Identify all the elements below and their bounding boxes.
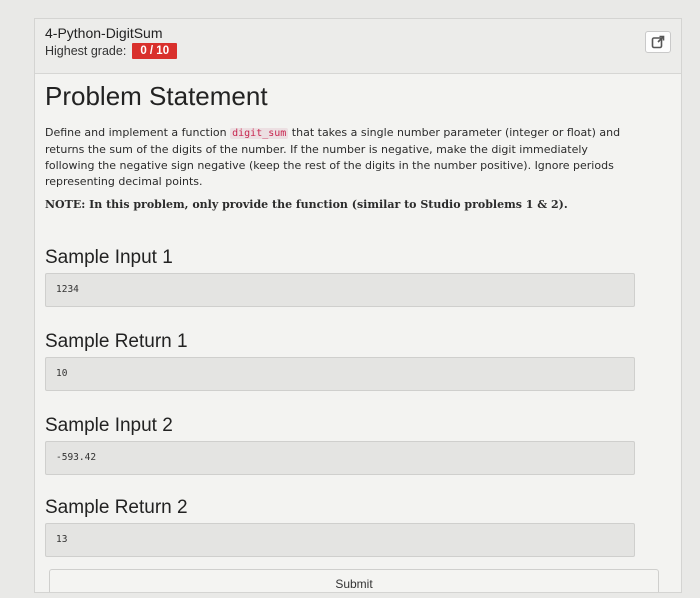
grade-label: Highest grade:: [45, 44, 127, 58]
function-name-code: digit_sum: [230, 128, 289, 139]
problem-note: NOTE: In this problem, only provide the …: [45, 198, 568, 211]
problem-name: 4-Python-DigitSum: [45, 25, 163, 41]
sample-input-1: Sample Input 1 1234: [45, 243, 635, 317]
description-text-start: Define and implement a function: [45, 126, 231, 139]
problem-header: 4-Python-DigitSum Highest grade: 0 / 10: [35, 19, 681, 74]
grade-badge: 0 / 10: [132, 43, 178, 59]
sample-input-1-box: 1234: [45, 273, 635, 307]
grade-row: Highest grade: 0 / 10: [45, 43, 178, 59]
problem-content: Problem Statement Define and implement a…: [45, 79, 635, 214]
sample-return-1-box: 10: [45, 357, 635, 391]
sample-input-2-box: -593.42: [45, 441, 635, 475]
problem-panel: 4-Python-DigitSum Highest grade: 0 / 10 …: [34, 18, 682, 593]
sample-return-1-title: Sample Return 1: [45, 331, 188, 352]
problem-description: Define and implement a function digit_su…: [45, 125, 635, 190]
sample-return-2-title: Sample Return 2: [45, 497, 188, 518]
open-external-button[interactable]: [645, 31, 671, 53]
sample-input-2-title: Sample Input 2: [45, 415, 173, 436]
submit-button[interactable]: Submit: [49, 569, 659, 592]
sample-input-1-title: Sample Input 1: [45, 247, 173, 268]
problem-statement-heading: Problem Statement: [45, 81, 268, 111]
sample-return-1: Sample Return 1 10: [45, 327, 635, 401]
sample-return-2: Sample Return 2 13: [45, 493, 635, 567]
sample-input-2: Sample Input 2 -593.42: [45, 411, 635, 485]
external-link-icon: [651, 35, 665, 49]
sample-return-2-box: 13: [45, 523, 635, 557]
